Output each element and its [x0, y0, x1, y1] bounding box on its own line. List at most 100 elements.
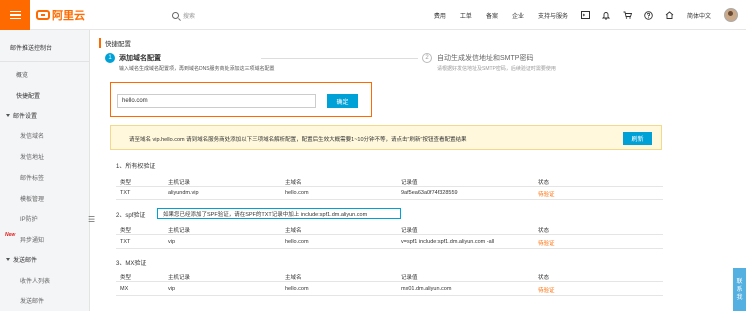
new-badge: New — [5, 232, 16, 238]
sidebar-item-sender-address[interactable]: 发信地址 — [20, 152, 44, 161]
cell-host: vip — [168, 286, 176, 292]
nav-enterprise[interactable]: 企业 — [505, 11, 531, 20]
step-2-number: 2 — [422, 53, 432, 63]
menu-icon[interactable] — [0, 0, 30, 30]
col-domain: 主域名 — [285, 180, 302, 186]
col-status: 状态 — [538, 275, 550, 281]
sidebar-item-templates[interactable]: 模板管理 — [20, 194, 44, 203]
col-type: 类型 — [120, 275, 132, 281]
contact-char: 系 — [736, 286, 743, 293]
section-spf-title: 2、spf验证 — [116, 213, 146, 219]
main-content: 快捷配置 1 添加域名配置 输入域名生成域名配置项，再到域名DNS服务商处添加这… — [97, 30, 737, 311]
contact-us-widget[interactable]: 联 系 我 — [733, 268, 746, 311]
sidebar-collapse-icon[interactable]: ☰ — [88, 215, 95, 224]
contact-char: 我 — [736, 294, 743, 301]
col-type: 类型 — [120, 180, 132, 186]
sidebar-group-mail-settings[interactable]: 邮件设置 — [6, 111, 37, 120]
confirm-button[interactable]: 确定 — [327, 94, 358, 108]
cell-type: TXT — [120, 239, 131, 245]
sidebar-item-mail-tags[interactable]: 邮件标签 — [20, 173, 44, 182]
step-1-title: 添加域名配置 — [119, 55, 161, 62]
step-2-desc: 请根据好发信地址及SMTP密码，后续验证时需要使用 — [437, 66, 556, 72]
sidebar-item-overview[interactable]: 概览 — [16, 70, 28, 79]
logo-text: 阿里云 — [52, 10, 85, 22]
help-icon[interactable] — [644, 10, 653, 20]
sidebar-item-async-notify[interactable]: 异步通知 — [20, 235, 44, 244]
col-value: 记录值 — [401, 275, 418, 281]
status-badge: 待验证 — [538, 241, 555, 247]
col-domain: 主域名 — [285, 275, 302, 281]
step-1-desc: 输入域名生成域名配置项，再到域名DNS服务商处添加这三项域名配置 — [119, 66, 275, 72]
section-ownership-title: 1、所有权验证 — [116, 164, 156, 170]
sidebar-group-label: 邮件设置 — [13, 114, 38, 120]
cell-type: TXT — [120, 190, 131, 196]
caret-down-icon — [6, 258, 10, 261]
sidebar-group-send-mail[interactable]: 发送邮件 — [6, 255, 37, 264]
col-host: 主机记录 — [168, 275, 191, 281]
cell-domain: hello.com — [285, 239, 309, 245]
cell-value: mx01.dm.aliyun.com — [401, 286, 452, 292]
top-bar: 阿里云 搜索 费用 工单 备案 企业 支持与服务 简体中文 — [0, 0, 746, 30]
sidebar-group-label: 发送邮件 — [13, 258, 38, 264]
nav-fees[interactable]: 费用 — [427, 11, 453, 20]
row-divider — [116, 248, 663, 249]
caret-down-icon — [6, 114, 10, 117]
sidebar-item-ip-protection[interactable]: IP防护 — [20, 214, 38, 223]
domain-config-box: hello.com 确定 — [110, 82, 372, 117]
nav-icp[interactable]: 备案 — [479, 11, 505, 20]
row-divider — [116, 281, 663, 282]
row-divider — [116, 199, 663, 200]
search-icon — [172, 11, 179, 19]
step-connector — [261, 58, 418, 59]
step-1-number: 1 — [105, 53, 115, 63]
breadcrumb: 快捷配置 — [99, 38, 131, 48]
sidebar-item-send-mail[interactable]: 发送邮件 — [20, 296, 44, 305]
search-input[interactable]: 搜索 — [183, 11, 195, 20]
section-mx-title: 3、MX验证 — [116, 261, 147, 267]
cell-type: MX — [120, 286, 129, 292]
sidebar-divider — [0, 61, 90, 62]
dns-notice: 请至域名 vip.hello.com 请到域名服务商处添加以下三项域名解析配置，… — [110, 125, 662, 150]
col-status: 状态 — [538, 228, 550, 234]
col-domain: 主域名 — [285, 228, 302, 234]
row-divider — [116, 186, 663, 187]
cell-value: v=spf1 include:spf1.dm.aliyun.com -all — [401, 239, 495, 245]
top-nav: 费用 工单 备案 企业 支持与服务 简体中文 — [427, 0, 746, 30]
nav-support[interactable]: 支持与服务 — [531, 11, 575, 20]
status-badge: 待验证 — [538, 288, 555, 294]
step-2-title: 自动生成发信地址和SMTP密码 — [437, 55, 534, 62]
col-value: 记录值 — [401, 228, 418, 234]
col-host: 主机记录 — [168, 180, 191, 186]
refresh-button[interactable]: 刷新 — [623, 132, 652, 145]
cart-icon[interactable] — [623, 11, 632, 20]
search-bar[interactable]: 搜索 — [172, 9, 195, 21]
col-value: 记录值 — [401, 180, 418, 186]
domain-input[interactable]: hello.com — [117, 94, 316, 108]
spf-tip: 如果您已经添加了SPF验证，请在SPF的TXT记录中加上 include:spf… — [157, 208, 401, 219]
cell-host: aliyundm.vip — [168, 190, 199, 196]
col-type: 类型 — [120, 228, 132, 234]
home-icon[interactable] — [665, 11, 674, 20]
nav-tickets[interactable]: 工单 — [453, 11, 479, 20]
cell-host: vip — [168, 239, 176, 245]
terminal-icon[interactable] — [580, 11, 590, 20]
bell-icon[interactable] — [602, 11, 611, 20]
cell-domain: hello.com — [285, 286, 309, 292]
sidebar-item-quick-config[interactable]: 快捷配置 — [16, 91, 40, 100]
cell-domain: hello.com — [285, 190, 309, 196]
language-switch[interactable]: 简体中文 — [680, 11, 718, 20]
logo-mark-icon — [36, 10, 50, 20]
logo[interactable]: 阿里云 — [36, 8, 85, 22]
notice-text: 请至域名 vip.hello.com 请到域名服务商处添加以下三项域名解析配置，… — [129, 137, 467, 143]
cell-value: 9af5ea63a0f74f328559 — [401, 190, 458, 196]
avatar[interactable] — [724, 8, 738, 22]
col-status: 状态 — [538, 180, 550, 186]
sidebar-item-sender-domain[interactable]: 发信域名 — [20, 131, 44, 140]
col-host: 主机记录 — [168, 228, 191, 234]
contact-char: 联 — [736, 278, 743, 285]
row-divider — [116, 295, 663, 296]
sidebar-title: 邮件推送控制台 — [10, 46, 53, 52]
sidebar: 邮件推送控制台 概览 快捷配置 邮件设置 发信域名 发信地址 邮件标签 模板管理… — [0, 30, 90, 311]
status-badge: 待验证 — [538, 192, 555, 198]
sidebar-item-recipient-list[interactable]: 收件人列表 — [20, 276, 50, 285]
